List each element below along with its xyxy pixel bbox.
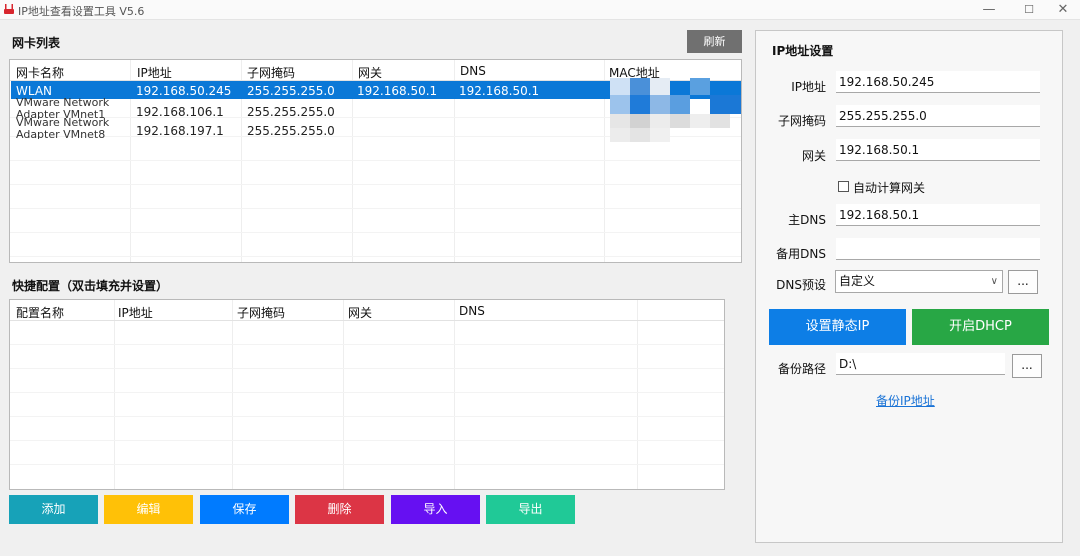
- column-header-gateway[interactable]: 网关: [348, 304, 372, 321]
- add-button[interactable]: 添加: [9, 495, 98, 524]
- table-cell: 255.255.255.0: [247, 124, 335, 138]
- primary-dns-input[interactable]: 192.168.50.1: [836, 204, 1040, 226]
- table-cell: 255.255.255.0: [247, 105, 335, 119]
- table-cell: 192.168.50.1: [357, 84, 438, 98]
- column-header-mask[interactable]: 子网掩码: [237, 304, 285, 321]
- mac-address-blurred: [610, 78, 741, 142]
- enable-dhcp-button[interactable]: 开启DHCP: [912, 309, 1049, 345]
- dns-preset-select[interactable]: 自定义 ∨: [835, 270, 1003, 293]
- adapter-list-title: 网卡列表: [12, 36, 61, 50]
- table-cell: 255.255.255.0: [247, 84, 335, 98]
- delete-button[interactable]: 删除: [295, 495, 384, 524]
- title-bar: IP地址查看设置工具 V5.6 — ☐ ✕: [0, 0, 1080, 20]
- secondary-dns-label: 备用DNS: [776, 247, 826, 261]
- ip-label: IP地址: [791, 80, 826, 94]
- column-header-name[interactable]: 网卡名称: [16, 64, 64, 81]
- quick-config-table[interactable]: 配置名称 IP地址 子网掩码 网关 DNS: [9, 299, 725, 490]
- column-header-dns[interactable]: DNS: [459, 304, 485, 318]
- column-header-config-name[interactable]: 配置名称: [16, 304, 64, 321]
- import-button[interactable]: 导入: [391, 495, 480, 524]
- refresh-button[interactable]: 刷新: [687, 30, 742, 53]
- edit-button[interactable]: 编辑: [104, 495, 193, 524]
- set-static-ip-button[interactable]: 设置静态IP: [769, 309, 906, 345]
- column-header-gateway[interactable]: 网关: [358, 64, 382, 81]
- column-header-dns[interactable]: DNS: [460, 64, 486, 78]
- ip-settings-panel: IP地址设置 IP地址 192.168.50.245 子网掩码 255.255.…: [755, 30, 1063, 543]
- auto-gateway-checkbox[interactable]: [838, 181, 849, 192]
- backup-ip-link[interactable]: 备份IP地址: [876, 392, 935, 409]
- subnet-mask-input[interactable]: 255.255.255.0: [836, 105, 1040, 127]
- table-cell: VMware Network Adapter VMnet1: [16, 97, 110, 119]
- column-header-ip[interactable]: IP地址: [118, 304, 153, 321]
- table-cell: 192.168.197.1: [136, 124, 224, 138]
- backup-path-input[interactable]: D:\: [836, 353, 1005, 375]
- table-cell: 192.168.106.1: [136, 105, 224, 119]
- ip-input[interactable]: 192.168.50.245: [836, 71, 1040, 93]
- ip-settings-title: IP地址设置: [772, 44, 834, 58]
- export-button[interactable]: 导出: [486, 495, 575, 524]
- gateway-label: 网关: [801, 149, 826, 163]
- table-cell: WLAN: [16, 84, 53, 98]
- table-cell: 192.168.50.245: [136, 84, 232, 98]
- table-cell: VMware Network Adapter VMnet8: [16, 117, 110, 139]
- router-icon: [4, 4, 14, 14]
- quick-config-title: 快捷配置（双击填充并设置）: [12, 279, 169, 293]
- adapter-table[interactable]: 网卡名称 IP地址 子网掩码 网关 DNS MAC地址 WLAN 192.168…: [9, 59, 742, 263]
- chevron-down-icon: ∨: [990, 276, 998, 287]
- secondary-dns-input[interactable]: [836, 238, 1040, 260]
- backup-path-browse-button[interactable]: ...: [1012, 354, 1042, 378]
- save-button[interactable]: 保存: [200, 495, 289, 524]
- column-header-mask[interactable]: 子网掩码: [247, 64, 295, 81]
- subnet-mask-label: 子网掩码: [777, 114, 826, 128]
- auto-gateway-label: 自动计算网关: [853, 181, 926, 195]
- dns-preset-more-button[interactable]: ...: [1008, 270, 1038, 294]
- dns-preset-label: DNS预设: [776, 278, 826, 292]
- column-header-ip[interactable]: IP地址: [137, 64, 172, 81]
- window-title: IP地址查看设置工具 V5.6: [18, 5, 145, 18]
- gateway-input[interactable]: 192.168.50.1: [836, 139, 1040, 161]
- close-button[interactable]: ✕: [1040, 0, 1080, 20]
- backup-path-label: 备份路径: [777, 362, 826, 376]
- table-cell: 192.168.50.1: [459, 84, 540, 98]
- primary-dns-label: 主DNS: [788, 213, 826, 227]
